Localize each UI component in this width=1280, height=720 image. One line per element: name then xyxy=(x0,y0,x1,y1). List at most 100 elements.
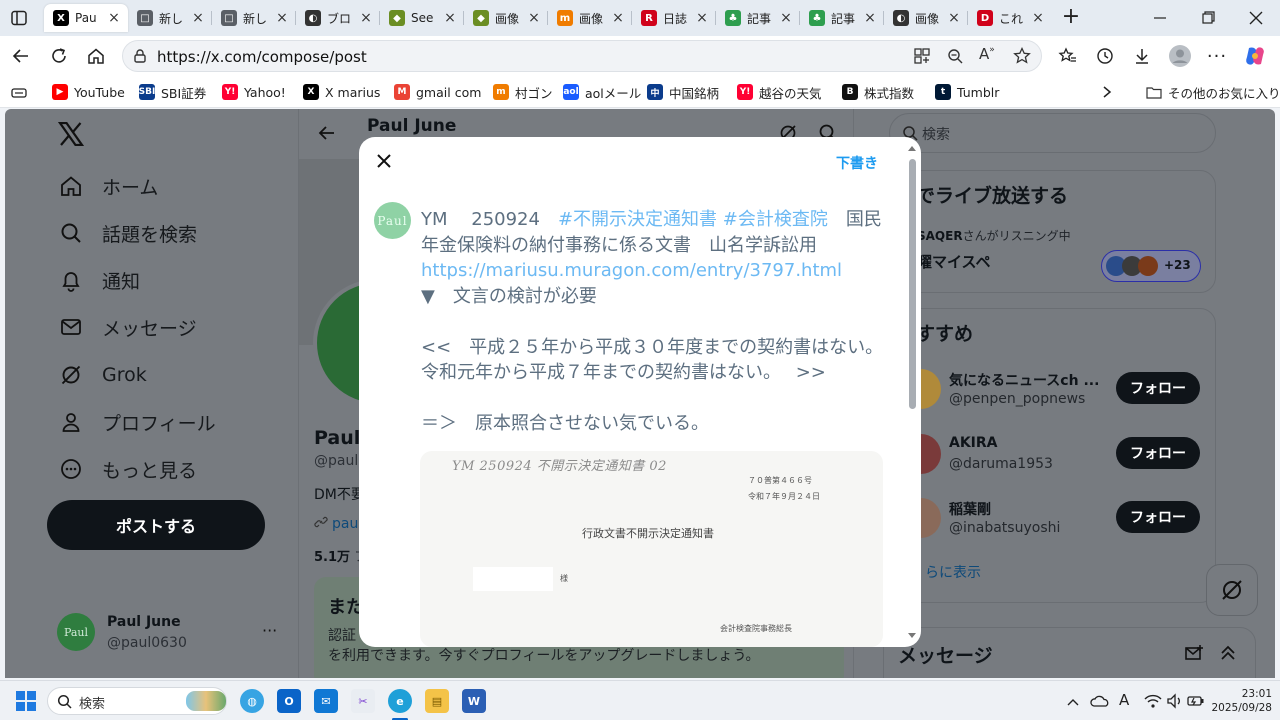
bookmark-item[interactable]: ▶ YouTube xyxy=(52,82,125,102)
volume-icon[interactable] xyxy=(1166,693,1184,709)
tab-close-icon[interactable]: × xyxy=(526,10,542,26)
post-link[interactable]: https://mariusu.muragon.com/entry/3797.h… xyxy=(421,258,886,284)
bookmark-item[interactable]: X X marius xyxy=(303,82,380,102)
profile-avatar-icon[interactable] xyxy=(1166,42,1194,70)
browser-tab[interactable]: ♣ 記事 × xyxy=(800,4,884,32)
follow-button[interactable]: フォロー xyxy=(1116,372,1200,404)
composer-avatar[interactable]: Paul xyxy=(374,202,411,239)
minimize-button[interactable] xyxy=(1150,8,1170,28)
live-listeners-pill[interactable]: +23 xyxy=(1101,250,1201,282)
tab-close-icon[interactable]: × xyxy=(946,10,962,26)
tab-close-icon[interactable]: × xyxy=(190,10,206,26)
onedrive-icon[interactable] xyxy=(1090,693,1110,709)
taskbar-search[interactable]: 検索 xyxy=(47,687,227,715)
browser-tab[interactable]: □ 新し × xyxy=(128,4,212,32)
tab-close-icon[interactable]: × xyxy=(694,10,710,26)
post-text-editor[interactable]: YM 250924 #不開示決定通知書 #会計検査院 国民年金保険料の納付事務に… xyxy=(421,207,886,437)
settings-more-icon[interactable]: ··· xyxy=(1203,42,1231,70)
outlook-app-icon[interactable]: O xyxy=(277,689,301,713)
favorite-star-icon[interactable] xyxy=(1012,46,1032,66)
grok-floating-button[interactable] xyxy=(1206,564,1258,616)
ime-mode-icon[interactable]: A xyxy=(1119,691,1129,709)
expand-messages-icon[interactable] xyxy=(1218,643,1238,663)
lock-icon[interactable] xyxy=(132,48,148,64)
bookmark-item[interactable]: Y! Yahoo! xyxy=(222,82,286,102)
zoom-icon[interactable] xyxy=(946,47,964,65)
browser-tab[interactable]: D これ × xyxy=(968,4,1052,32)
hashtag[interactable]: #不開示決定通知書 xyxy=(558,209,717,230)
app-available-icon[interactable] xyxy=(913,47,931,65)
tab-close-icon[interactable]: × xyxy=(778,10,794,26)
wifi-icon[interactable] xyxy=(1144,693,1162,709)
favorites-icon[interactable] xyxy=(1054,42,1082,70)
explore-search-box[interactable]: 検索 xyxy=(889,113,1216,153)
attached-document-image[interactable]: YM 250924 不開示決定通知書 02 ７０普第４６６号 令和７年９月２４日… xyxy=(420,451,883,647)
follow-button[interactable]: フォロー xyxy=(1116,501,1200,533)
live-space-name[interactable]: 曜マイスペ xyxy=(917,251,991,272)
messages-dock[interactable]: メッセージ xyxy=(883,627,1256,678)
browser-tab[interactable]: ◐ 画像 × xyxy=(884,4,968,32)
start-button-icon[interactable] xyxy=(16,691,36,711)
reload-button[interactable] xyxy=(45,42,73,70)
browser-tab[interactable]: ♣ 記事 × xyxy=(716,4,800,32)
tab-title: 記事 xyxy=(831,11,856,26)
back-button[interactable] xyxy=(7,42,35,70)
browser-tab[interactable]: ◆ 画像 × xyxy=(464,4,548,32)
snipping-tool-icon[interactable]: ✂ xyxy=(351,689,375,713)
url-text[interactable]: https://x.com/compose/post xyxy=(157,48,367,66)
browser-tab[interactable]: ◆ See × xyxy=(380,4,464,32)
show-more-link[interactable]: らに表示 xyxy=(925,562,981,582)
post-line-3: ▼ 文言の検討が必要 xyxy=(421,285,597,307)
bookmark-item[interactable]: aol aolメール xyxy=(563,82,641,102)
new-tab-button[interactable]: + xyxy=(1060,6,1082,29)
tab-actions-icon[interactable] xyxy=(10,9,28,27)
browser-tab[interactable]: R 日誌 × xyxy=(632,4,716,32)
follow-button[interactable]: フォロー xyxy=(1116,437,1200,469)
tab-favicon-icon: X xyxy=(53,10,69,26)
bookmark-item[interactable]: m 村ゴン xyxy=(493,82,553,102)
word-app-icon[interactable]: W xyxy=(462,689,486,713)
copilot-icon[interactable] xyxy=(1241,42,1269,70)
tab-close-icon[interactable]: × xyxy=(106,10,122,26)
bookmark-item[interactable]: 中中国銘柄 xyxy=(647,82,719,102)
browser-tab[interactable]: □ 新し × xyxy=(212,4,296,32)
new-message-icon[interactable] xyxy=(1184,643,1204,663)
edge-app-icon[interactable]: e xyxy=(388,689,412,713)
tab-close-icon[interactable]: × xyxy=(610,10,626,26)
tab-separator xyxy=(799,11,800,25)
reading-list-icon[interactable] xyxy=(11,85,27,99)
browser-tab[interactable]: X Pau × xyxy=(44,4,128,32)
bookmark-label: 株式指数 xyxy=(864,85,915,101)
drafts-button[interactable]: 下書き xyxy=(836,153,878,173)
battery-icon[interactable] xyxy=(1187,693,1205,709)
history-icon[interactable] xyxy=(1091,42,1119,70)
bookmark-item[interactable]: Mgmail com xyxy=(394,82,481,102)
bookmark-item[interactable]: B 株式指数 xyxy=(842,82,914,102)
bookmarks-overflow-chevron-icon[interactable] xyxy=(1100,84,1114,100)
bookmark-item[interactable]: t Tumblr xyxy=(935,82,999,102)
tab-close-icon[interactable]: × xyxy=(1030,10,1046,26)
tray-overflow-chevron-icon[interactable] xyxy=(1066,694,1080,708)
widgets-app-icon[interactable]: ◍ xyxy=(240,689,264,713)
tab-close-icon[interactable]: × xyxy=(442,10,458,26)
browser-tab[interactable]: ◐ ブロ × xyxy=(296,4,380,32)
close-window-button[interactable] xyxy=(1246,8,1266,28)
tab-close-icon[interactable]: × xyxy=(358,10,374,26)
home-button[interactable] xyxy=(82,42,110,70)
bookmark-item[interactable]: SBI SBI証券 xyxy=(139,82,206,102)
dialog-scrollbar-thumb[interactable] xyxy=(909,159,916,409)
other-favorites-folder[interactable]: その他のお気に入り xyxy=(1146,82,1280,102)
taskbar-clock[interactable]: 23:01 2025/09/28 xyxy=(1208,687,1272,715)
file-explorer-icon[interactable]: ▤ xyxy=(425,689,449,713)
downloads-icon[interactable] xyxy=(1128,42,1156,70)
read-aloud-icon[interactable]: A» xyxy=(979,45,1001,65)
close-icon[interactable] xyxy=(373,150,395,172)
address-bar[interactable]: https://x.com/compose/post A» xyxy=(122,40,1042,72)
tab-close-icon[interactable]: × xyxy=(274,10,290,26)
bookmark-item[interactable]: Y! 越谷の天気 xyxy=(737,82,822,102)
mail-app-icon[interactable]: ✉ xyxy=(314,689,338,713)
restore-button[interactable] xyxy=(1198,8,1218,28)
tab-close-icon[interactable]: × xyxy=(862,10,878,26)
browser-tab[interactable]: m 画像 × xyxy=(548,4,632,32)
hashtag[interactable]: #会計検査院 xyxy=(723,209,828,230)
